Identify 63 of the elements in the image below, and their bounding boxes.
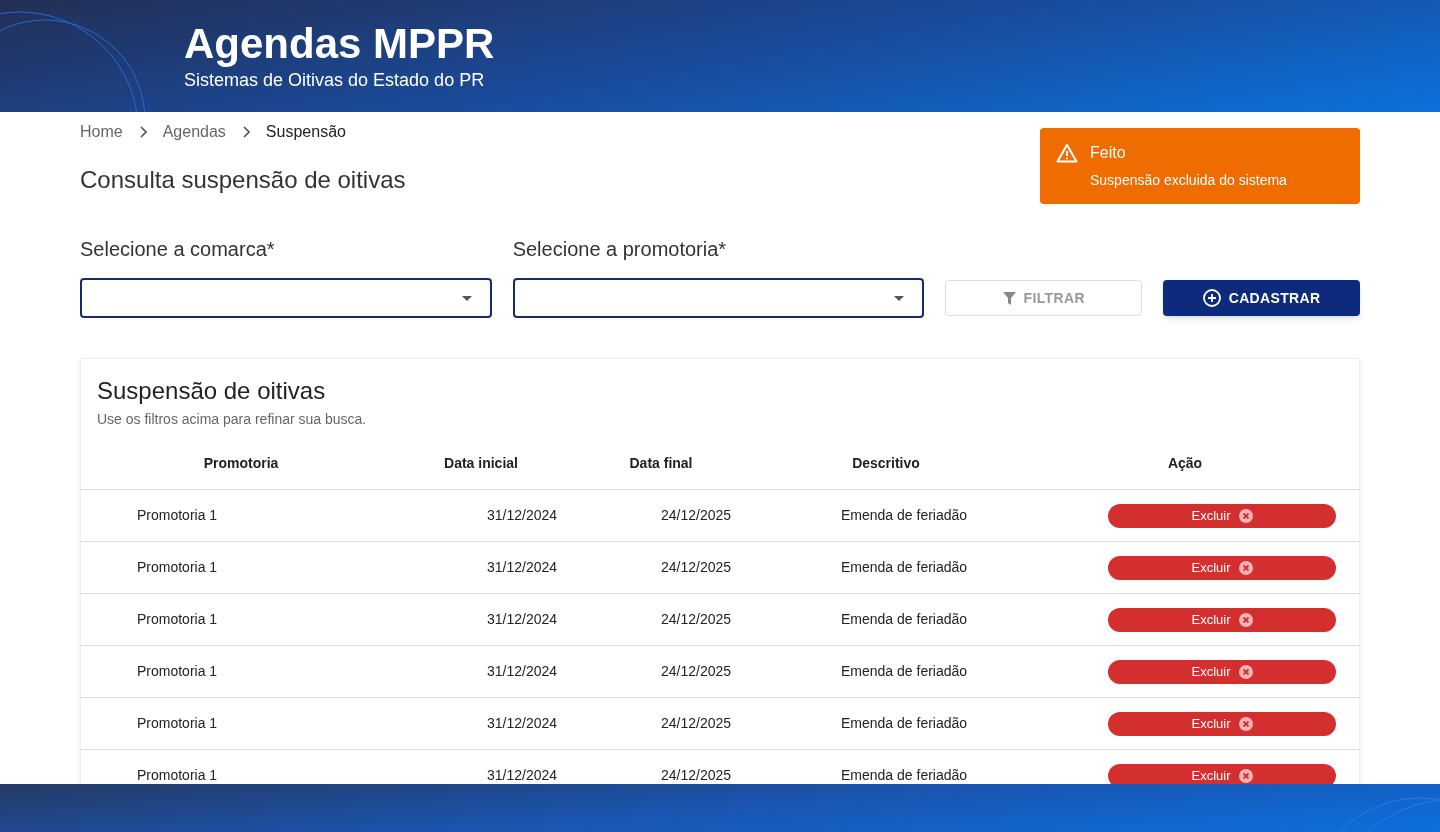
select-label: Selecione a promotoria* — [512, 237, 728, 262]
table-cell: 31/12/2024 — [487, 715, 558, 731]
close-circle-icon — [1238, 664, 1253, 679]
select-field[interactable] — [512, 278, 925, 318]
toast-title: Feito — [1090, 143, 1127, 163]
table-cell: Emenda de feriadão — [841, 559, 968, 575]
delete-button[interactable]: Excluir — [1108, 555, 1336, 580]
filter-icon — [1002, 291, 1016, 305]
table-cell: Promotoria 1 — [137, 559, 218, 575]
breadcrumb-link[interactable]: Suspensão — [265, 120, 346, 144]
delete-button[interactable]: Excluir — [1108, 711, 1336, 736]
page-title: Consulta suspensão de oitivas — [80, 165, 406, 195]
column-header: Ação — [1167, 455, 1203, 471]
table-cell: 31/12/2024 — [487, 507, 558, 523]
close-circle-icon — [1238, 768, 1253, 783]
table-cell: Promotoria 1 — [137, 507, 218, 523]
table-cell: Emenda de feriadão — [841, 663, 968, 679]
column-header: Data inicial — [444, 455, 518, 471]
add-circle-icon — [1202, 289, 1221, 307]
table-cell: 24/12/2025 — [661, 663, 732, 679]
table-cell: Emenda de feriadão — [841, 715, 968, 731]
close-circle-icon — [1238, 560, 1253, 575]
table-cell: Emenda de feriadão — [841, 611, 968, 627]
column-header: Data final — [629, 455, 693, 471]
breadcrumb-link[interactable]: Home — [80, 120, 123, 144]
select-field[interactable] — [80, 278, 492, 318]
delete-button[interactable]: Excluir — [1108, 503, 1336, 528]
dropdown-icon — [894, 295, 905, 301]
column-header: Descritivo — [852, 455, 920, 471]
close-circle-icon — [1238, 716, 1253, 731]
table-cell: 24/12/2025 — [661, 715, 732, 731]
table-cell: 24/12/2025 — [661, 559, 732, 575]
close-circle-icon — [1238, 612, 1253, 627]
table-cell: Emenda de feriadão — [841, 507, 968, 523]
breadcrumb-link[interactable]: Agendas — [162, 120, 226, 144]
warning-icon — [1056, 143, 1078, 163]
delete-button[interactable]: Excluir — [1108, 763, 1336, 784]
chevron-icon — [241, 126, 250, 138]
column-header: Promotoria — [203, 455, 279, 471]
register-button[interactable]: CADASTRAR — [1163, 280, 1360, 316]
select-label: Selecione a comarca* — [80, 237, 276, 262]
table-subtitle: Use os filtros acima para refinar sua busca. — [96, 410, 368, 429]
table-cell: 24/12/2025 — [661, 767, 732, 783]
toast-message: Suspensão excluida do sistema — [1090, 171, 1287, 190]
table-cell: Promotoria 1 — [137, 611, 218, 627]
delete-button[interactable]: Excluir — [1108, 659, 1336, 684]
delete-button[interactable]: Excluir — [1108, 607, 1336, 632]
table-title: Suspensão de oitivas — [96, 376, 327, 406]
table-cell: 31/12/2024 — [487, 767, 558, 783]
table-cell: 24/12/2025 — [661, 611, 732, 627]
close-circle-icon — [1238, 508, 1253, 523]
table-cell: Promotoria 1 — [137, 767, 218, 783]
table-cell: Promotoria 1 — [137, 663, 218, 679]
table-cell: 24/12/2025 — [661, 507, 732, 523]
table-cell: 31/12/2024 — [487, 611, 558, 627]
table-cell: 31/12/2024 — [487, 663, 558, 679]
chevron-icon — [138, 126, 147, 138]
app-title: Agendas MPPR — [184, 20, 496, 68]
app-subtitle: Sistemas de Oitivas do Estado do PR — [184, 69, 486, 92]
table-cell: 31/12/2024 — [487, 559, 558, 575]
dropdown-icon — [461, 295, 472, 301]
table-cell: Emenda de feriadão — [841, 767, 968, 783]
table-cell: Promotoria 1 — [137, 715, 218, 731]
